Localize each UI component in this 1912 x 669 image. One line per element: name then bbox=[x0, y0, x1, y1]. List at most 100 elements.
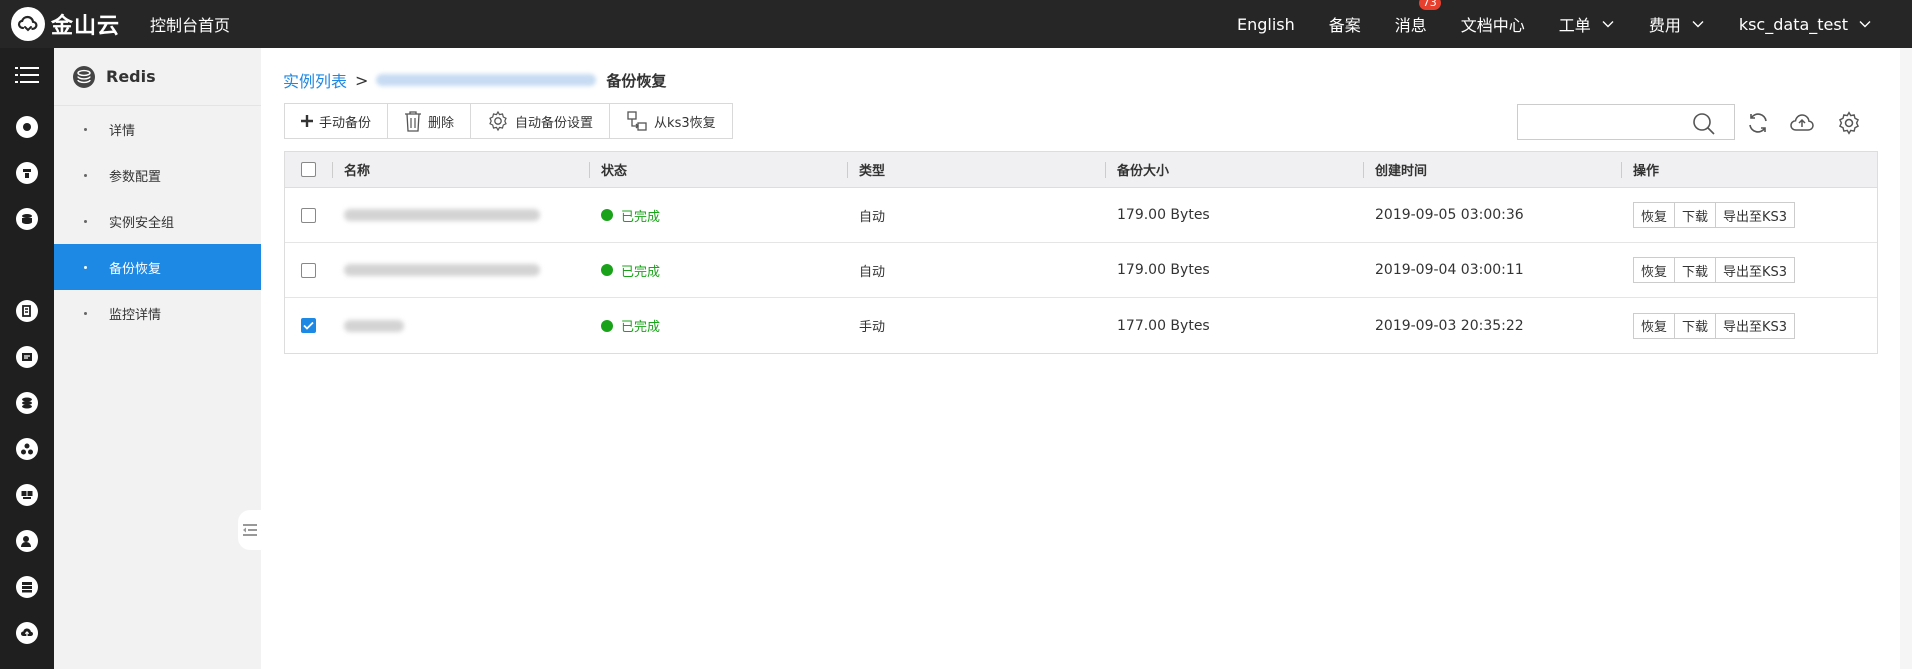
product-icon-4[interactable] bbox=[0, 294, 54, 328]
delete-button[interactable]: 删除 bbox=[388, 104, 472, 138]
sidebar-collapse-handle[interactable] bbox=[238, 510, 262, 550]
breadcrumb-current: 备份恢复 bbox=[606, 71, 667, 90]
page-scrollbar[interactable] bbox=[1900, 48, 1912, 669]
download-button[interactable]: 下载 bbox=[1674, 202, 1717, 228]
created-cell: 2019-09-04 03:00:11 bbox=[1375, 262, 1524, 278]
table-row: 已完成 自动 179.00 Bytes 2019-09-04 03:00:11 … bbox=[285, 243, 1877, 298]
product-icon-6[interactable] bbox=[0, 386, 54, 420]
type-text: 自动 bbox=[859, 209, 886, 225]
product-icon-5[interactable] bbox=[0, 340, 54, 374]
product-icon-2[interactable] bbox=[0, 156, 54, 190]
download-button[interactable]: 下载 bbox=[1674, 257, 1717, 283]
row-checkbox[interactable] bbox=[301, 262, 316, 278]
backup-name-redacted bbox=[344, 264, 540, 276]
nav-label: 文档中心 bbox=[1460, 16, 1525, 35]
brand-logo[interactable]: 金山云 bbox=[0, 0, 136, 48]
manual-backup-button[interactable]: 手动备份 bbox=[285, 104, 389, 138]
export-ks3-button[interactable]: 导出至KS3 bbox=[1715, 312, 1796, 339]
select-all-cell bbox=[285, 152, 332, 187]
nav-docs[interactable]: 文档中心 bbox=[1461, 12, 1525, 36]
product-icon-7[interactable] bbox=[0, 432, 54, 466]
top-nav: English 备案 消息 73 文档中心 工单 费用 ksc_data_tes… bbox=[1237, 0, 1912, 48]
status-text: 已完成 bbox=[621, 264, 661, 280]
row-check-cell bbox=[285, 298, 332, 353]
collapse-icon bbox=[243, 524, 257, 536]
plus-icon bbox=[301, 115, 313, 127]
type-text: 自动 bbox=[859, 264, 886, 280]
status-text: 已完成 bbox=[621, 209, 661, 225]
subnav-item-backup-restore[interactable]: 备份恢复 bbox=[54, 244, 261, 290]
subnav-item-label: 参数配置 bbox=[109, 169, 162, 185]
nav-label: 备案 bbox=[1328, 16, 1361, 35]
nav-label: 工单 bbox=[1558, 16, 1591, 35]
backup-name-cell bbox=[332, 188, 589, 242]
subnav-item-label: 实例安全组 bbox=[109, 215, 175, 231]
button-label: 自动备份设置 bbox=[515, 115, 594, 131]
refresh-icon[interactable] bbox=[1745, 110, 1771, 136]
settings-gear-icon[interactable] bbox=[1836, 110, 1862, 136]
nav-english[interactable]: English bbox=[1237, 15, 1295, 34]
breadcrumb: 实例列表 > 备份恢复 bbox=[283, 68, 666, 92]
product-icon-8[interactable] bbox=[0, 478, 54, 512]
product-icon-3[interactable] bbox=[0, 202, 54, 236]
chevron-down-icon bbox=[1602, 21, 1614, 28]
subnav-item-label: 监控详情 bbox=[109, 307, 162, 323]
export-ks3-button[interactable]: 导出至KS3 bbox=[1715, 202, 1796, 228]
subnav-item-label: 备份恢复 bbox=[109, 261, 162, 277]
redis-subnav: Redis 详情 参数配置 实例安全组 备份恢复 监控详情 bbox=[54, 48, 261, 669]
subnav-item-monitoring[interactable]: 监控详情 bbox=[54, 290, 261, 336]
bullet-icon bbox=[84, 173, 87, 177]
auto-backup-settings-button[interactable]: 自动备份设置 bbox=[471, 104, 611, 138]
restore-button[interactable]: 恢复 bbox=[1633, 312, 1676, 339]
subnav-item-security-group[interactable]: 实例安全组 bbox=[54, 198, 261, 244]
console-home-link[interactable]: 控制台首页 bbox=[150, 12, 230, 36]
subnav-item-params[interactable]: 参数配置 bbox=[54, 152, 261, 198]
type-cell: 手动 bbox=[847, 298, 1105, 353]
menu-icon[interactable] bbox=[0, 58, 54, 92]
search-input[interactable] bbox=[1518, 105, 1688, 139]
download-button[interactable]: 下载 bbox=[1674, 312, 1717, 339]
nav-beian[interactable]: 备案 bbox=[1329, 12, 1361, 36]
subnav-item-details[interactable]: 详情 bbox=[54, 106, 261, 152]
main-content: 实例列表 > 备份恢复 手动备份 删除 自动备份设置 从ks3恢复 名称 状态 … bbox=[261, 48, 1912, 669]
search-icon[interactable] bbox=[1692, 112, 1716, 136]
breadcrumb-instance-list[interactable]: 实例列表 bbox=[283, 68, 347, 92]
nav-label: 费用 bbox=[1648, 16, 1681, 35]
row-check-cell bbox=[285, 243, 332, 297]
ops-cell: 恢复 下载 导出至KS3 bbox=[1621, 298, 1877, 353]
column-header-name: 名称 bbox=[332, 152, 589, 187]
status-cell: 已完成 bbox=[589, 188, 847, 242]
nav-messages[interactable]: 消息 73 bbox=[1394, 0, 1441, 36]
restore-button[interactable]: 恢复 bbox=[1633, 202, 1676, 228]
product-icon-1[interactable] bbox=[0, 110, 54, 144]
column-header-type: 类型 bbox=[847, 152, 1105, 187]
bullet-icon bbox=[84, 219, 87, 223]
nav-billing[interactable]: 费用 bbox=[1649, 12, 1705, 36]
restore-button[interactable]: 恢复 bbox=[1633, 257, 1676, 283]
nav-account[interactable]: ksc_data_test bbox=[1739, 15, 1872, 34]
product-icon-11[interactable] bbox=[0, 616, 54, 650]
status-dot-icon bbox=[601, 264, 613, 276]
ops-cell: 恢复 下载 导出至KS3 bbox=[1621, 243, 1877, 297]
nav-label: 消息 bbox=[1394, 16, 1427, 35]
breadcrumb-separator: > bbox=[355, 70, 369, 90]
nav-tickets[interactable]: 工单 bbox=[1559, 12, 1615, 36]
redis-icon bbox=[73, 65, 95, 88]
select-all-checkbox[interactable] bbox=[301, 162, 316, 177]
button-label: 删除 bbox=[428, 115, 455, 131]
breadcrumb-instance-redacted[interactable] bbox=[376, 74, 597, 86]
restore-from-ks3-button[interactable]: 从ks3恢复 bbox=[610, 104, 732, 138]
row-checkbox-checked[interactable] bbox=[301, 318, 316, 333]
backup-name-redacted bbox=[344, 319, 404, 332]
row-checkbox[interactable] bbox=[301, 207, 316, 223]
product-icon-10[interactable] bbox=[0, 570, 54, 604]
product-icon-9[interactable] bbox=[0, 524, 54, 558]
subnav-title: Redis bbox=[106, 67, 156, 86]
status-dot-icon bbox=[601, 319, 613, 332]
export-cloud-icon[interactable] bbox=[1789, 110, 1815, 136]
cloud-logo-icon bbox=[11, 7, 45, 41]
backup-name-cell bbox=[332, 298, 589, 353]
size-cell: 179.00 Bytes bbox=[1117, 262, 1210, 278]
nav-label: English bbox=[1236, 14, 1295, 34]
export-ks3-button[interactable]: 导出至KS3 bbox=[1715, 257, 1796, 283]
